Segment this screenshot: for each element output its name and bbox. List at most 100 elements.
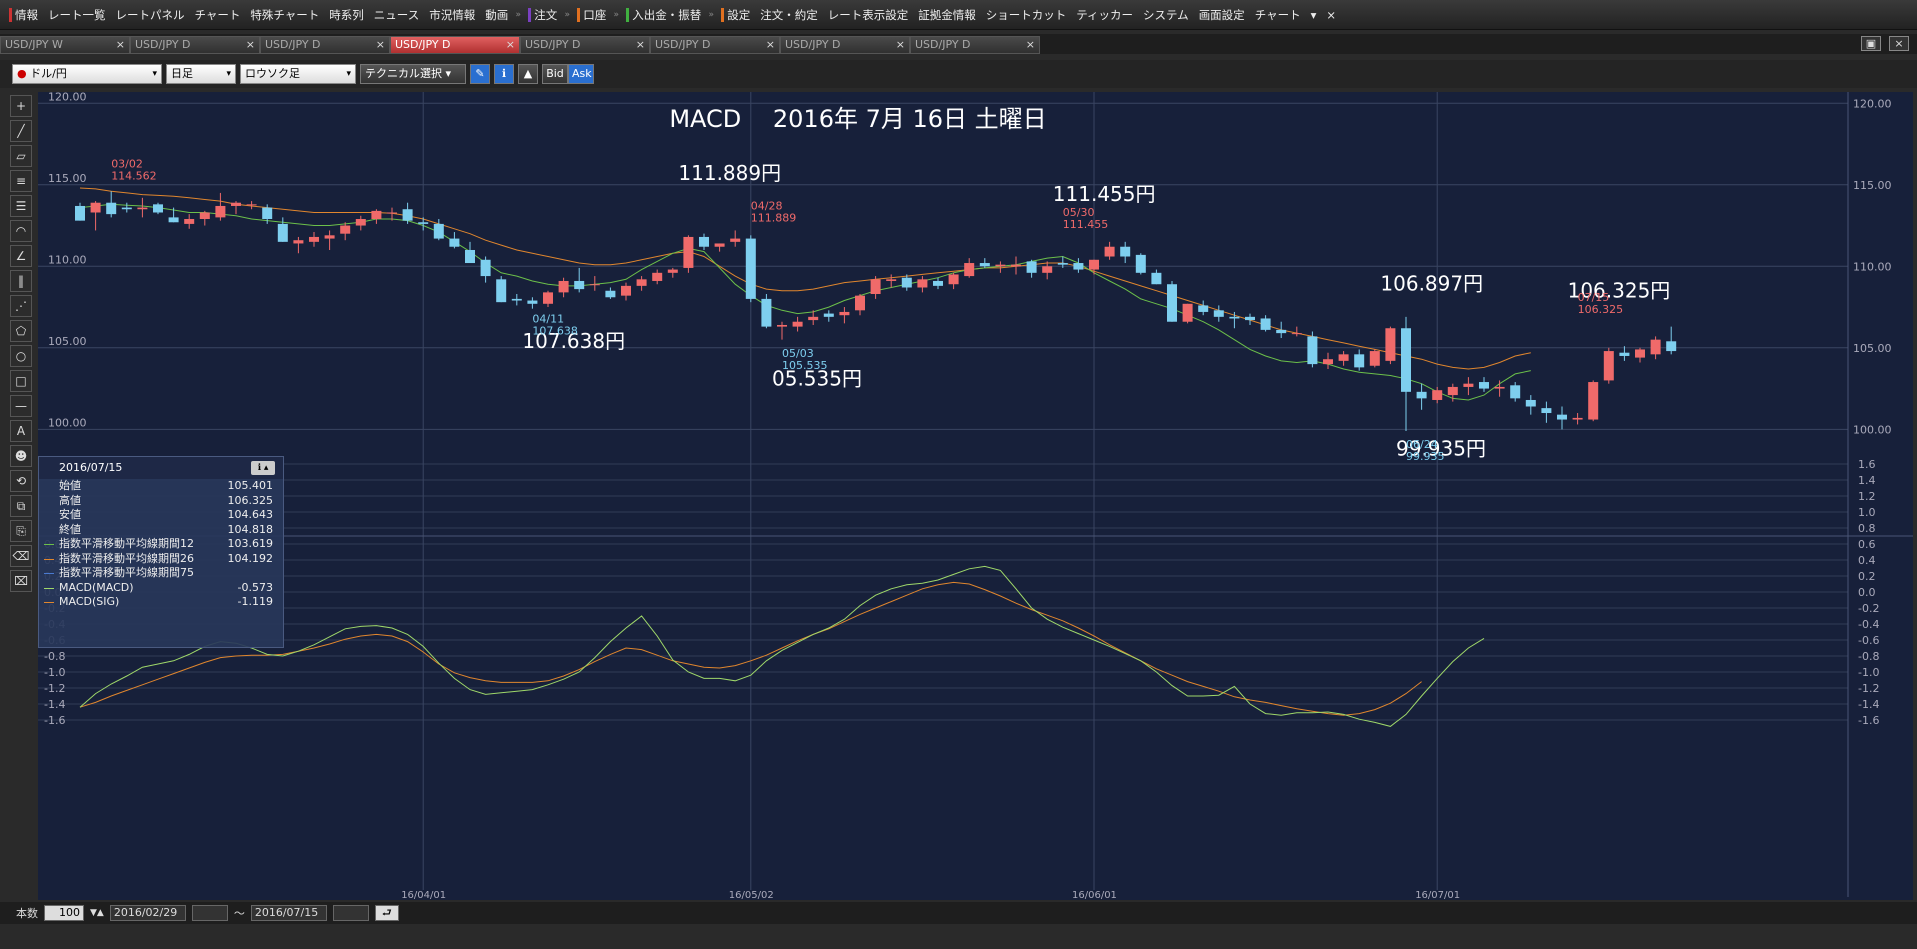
chart-svg[interactable]: 120.00 120.00 115.00 115.00 110.00 110.00 105.…: [38, 92, 1913, 900]
hline-icon[interactable]: ≡: [10, 170, 32, 192]
eraser-icon[interactable]: ⌫: [10, 545, 32, 567]
menu-item-10[interactable]: 口座: [572, 5, 611, 25]
candle-body: [792, 321, 803, 327]
menu-item-18[interactable]: システム: [1138, 5, 1194, 25]
chart-tab[interactable]: USD/JPY D ×: [650, 36, 780, 54]
menu-item-8[interactable]: 動画: [480, 5, 513, 25]
trendline-icon[interactable]: ╱: [10, 120, 32, 142]
channel-icon[interactable]: ☰: [10, 195, 32, 217]
pitchfork-icon[interactable]: ⋰: [10, 295, 32, 317]
vlines-icon[interactable]: ‖: [10, 270, 32, 292]
crosshair-icon[interactable]: +: [10, 95, 32, 117]
close-window-button[interactable]: ×: [1889, 36, 1909, 51]
ruler-icon[interactable]: ▱: [10, 145, 32, 167]
menu-item-12[interactable]: 設定: [716, 5, 755, 25]
chart-tab[interactable]: USD/JPY D ×: [130, 36, 260, 54]
menu-item-3[interactable]: チャート: [190, 5, 246, 25]
interval-select[interactable]: 日足 ▾: [166, 64, 236, 84]
pentagon-icon[interactable]: ⬠: [10, 320, 32, 342]
ask-button[interactable]: Ask: [568, 64, 594, 84]
menu-item-19[interactable]: 画面設定: [1194, 5, 1250, 25]
circle-icon[interactable]: ○: [10, 345, 32, 367]
chart-type-select[interactable]: ロウソク足 ▾: [240, 64, 356, 84]
restore-button[interactable]: ▣: [1861, 36, 1881, 51]
chart-tab[interactable]: USD/JPY W ×: [0, 36, 130, 54]
apply-range-button[interactable]: ⮐: [374, 905, 399, 921]
extreme-price-label: 106.325: [1578, 303, 1624, 316]
count-stepper[interactable]: ▼▲: [90, 908, 104, 918]
menu-item-9[interactable]: 注文: [523, 5, 562, 25]
chart-tab[interactable]: USD/JPY D ×: [390, 36, 520, 54]
tab-close-icon[interactable]: ×: [1026, 37, 1035, 53]
macd-tick-label: 0.8: [1858, 522, 1876, 535]
menu-item-17[interactable]: ティッカー: [1071, 5, 1138, 25]
bid-button[interactable]: Bid: [542, 64, 568, 84]
end-time-field[interactable]: [332, 905, 369, 921]
menu-item-11[interactable]: 入出金・振替: [621, 5, 706, 25]
paste-icon[interactable]: ⎘: [10, 520, 32, 542]
info-toggle-icon[interactable]: ℹ ▴: [251, 461, 275, 475]
menu-item-13[interactable]: 注文・約定: [755, 5, 823, 25]
count-field[interactable]: 100: [44, 905, 84, 921]
menu-item-1[interactable]: レート一覧: [43, 5, 111, 25]
candle-body: [137, 207, 148, 210]
macd-tick-label: -0.8: [1858, 650, 1879, 663]
info-row: 終値 104.818: [39, 523, 283, 538]
chart-area-icon[interactable]: ▲: [518, 64, 538, 84]
start-time-field[interactable]: [191, 905, 228, 921]
rect-icon[interactable]: □: [10, 370, 32, 392]
menu-item-15[interactable]: 証拠金情報: [913, 5, 981, 25]
macd-tick-label: 0.6: [1858, 538, 1876, 551]
price-tick-label: 110.00: [1853, 260, 1892, 273]
chart-area[interactable]: 120.00 120.00 115.00 115.00 110.00 110.00 105.…: [38, 92, 1913, 900]
tab-close-icon[interactable]: ×: [246, 37, 255, 53]
gann-icon[interactable]: ∠: [10, 245, 32, 267]
end-date-field[interactable]: 2016/07/15: [250, 905, 327, 921]
price-tick-label: 110.00: [48, 253, 87, 266]
macd-tick-label: -0.2: [1858, 602, 1879, 615]
menu-item-2[interactable]: レートパネル: [111, 5, 190, 25]
tab-close-icon[interactable]: ×: [896, 37, 905, 53]
chart-tab[interactable]: USD/JPY D ×: [260, 36, 390, 54]
copy-icon[interactable]: ⧉: [10, 495, 32, 517]
currency-pair-select[interactable]: ● ドル/円 ▾: [12, 64, 162, 84]
chart-tab[interactable]: USD/JPY D ×: [520, 36, 650, 54]
info-label: 高値: [59, 493, 81, 507]
candle-body: [90, 202, 101, 213]
menu-item-label: 画面設定: [1198, 7, 1245, 22]
menu-item-16[interactable]: ショートカット: [981, 5, 1072, 25]
menu-item-0[interactable]: 情報: [4, 5, 43, 25]
icon-icon[interactable]: ☻: [10, 445, 32, 467]
menu-item-label: 市況情報: [429, 7, 476, 22]
chart-tab[interactable]: USD/JPY D ×: [780, 36, 910, 54]
menu-separator-icon: »: [564, 9, 570, 20]
start-date-field[interactable]: 2016/02/29: [109, 905, 186, 921]
dash-icon[interactable]: —: [10, 395, 32, 417]
menu-item-14[interactable]: レート表示設定: [823, 5, 914, 25]
tab-close-icon[interactable]: ×: [506, 37, 515, 53]
fan-icon[interactable]: ◠: [10, 220, 32, 242]
menu-item-4[interactable]: 特殊チャート: [245, 5, 324, 25]
tab-close-icon[interactable]: ×: [766, 37, 775, 53]
chart-tab[interactable]: USD/JPY D ×: [910, 36, 1040, 54]
pen-icon[interactable]: ✎: [470, 64, 490, 84]
menu-more-icon[interactable]: ▾: [1306, 5, 1322, 25]
tab-close-icon[interactable]: ×: [116, 37, 125, 53]
tab-close-icon[interactable]: ×: [376, 37, 385, 53]
candle-body: [262, 207, 273, 220]
candle-body: [1666, 341, 1677, 352]
menu-item-5[interactable]: 時系列: [324, 5, 369, 25]
info-icon[interactable]: ℹ: [494, 64, 514, 84]
menu-close-icon[interactable]: ×: [1321, 5, 1341, 25]
eraseall-icon[interactable]: ⌧: [10, 570, 32, 592]
menu-item-20[interactable]: チャート: [1250, 5, 1306, 25]
candle-body: [761, 298, 772, 327]
menu-item-6[interactable]: ニュース: [369, 5, 424, 25]
undo-icon[interactable]: ⟲: [10, 470, 32, 492]
text-icon[interactable]: A: [10, 420, 32, 442]
tab-close-icon[interactable]: ×: [636, 37, 645, 53]
menu-item-7[interactable]: 市況情報: [424, 5, 480, 25]
technical-select[interactable]: テクニカル選択 ▾: [360, 64, 466, 84]
info-value: 104.818: [227, 522, 274, 536]
candle-body: [324, 235, 335, 239]
